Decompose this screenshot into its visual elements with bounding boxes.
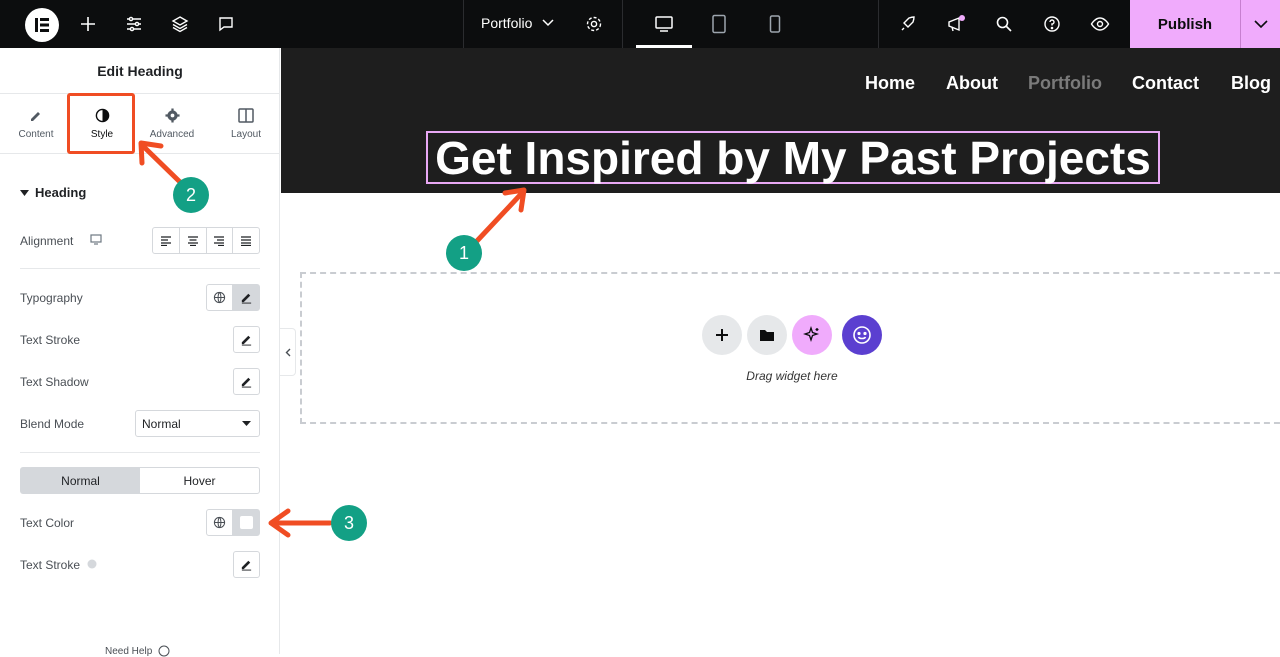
blend-mode-select[interactable]: Normal [135, 410, 260, 437]
nav-item-contact[interactable]: Contact [1132, 73, 1199, 94]
tab-content-label: Content [18, 128, 54, 140]
tab-layout-label: Layout [230, 129, 262, 140]
kit-smiley-face-icon[interactable] [842, 315, 882, 355]
blend-mode-label: Blend Mode [20, 417, 85, 431]
tab-layout[interactable]: Layout [211, 94, 281, 154]
pencil-icon [31, 111, 40, 121]
panel-title: Edit Heading [0, 48, 280, 94]
text-color-label: Text Color [20, 516, 75, 530]
chevron-left-icon [285, 348, 290, 356]
publish-options-chevron-icon[interactable] [1240, 0, 1280, 48]
nav-item-portfolio[interactable]: Portfolio [1028, 73, 1102, 94]
global-color-globe-icon[interactable] [206, 509, 233, 536]
help-icon [158, 645, 170, 657]
style-tab-highlight-box [67, 93, 135, 154]
align-justify-icon[interactable] [233, 228, 259, 253]
state-toggle: Normal Hover [20, 467, 260, 494]
text-stroke-label-2: Text Stroke [20, 558, 81, 572]
panel-tabs: Content Style Advanced Layout [0, 94, 280, 154]
state-normal-tab[interactable]: Normal [21, 468, 140, 493]
tab-advanced[interactable]: Advanced [137, 94, 207, 154]
add-section-plus-icon[interactable] [702, 315, 742, 355]
desktop-view-icon[interactable] [652, 12, 676, 36]
page-heading[interactable]: Get Inspired by My Past Projects [426, 131, 1160, 184]
search-icon[interactable] [992, 12, 1016, 36]
annotation-marker-1: 1 [446, 235, 482, 271]
help-icon[interactable] [1040, 12, 1064, 36]
heading-section-toggle[interactable]: Heading [20, 185, 86, 200]
chevron-down-icon [542, 19, 554, 27]
align-left-icon[interactable] [153, 228, 180, 253]
layout-columns-icon [238, 108, 254, 123]
layers-icon[interactable] [168, 12, 192, 36]
rocket-icon[interactable] [896, 12, 920, 36]
template-library-folder-icon[interactable] [747, 315, 787, 355]
blend-mode-value: Normal [142, 416, 181, 431]
text-shadow-label: Text Shadow [20, 375, 89, 389]
need-help-label: Need Help [105, 645, 153, 657]
ai-sparkle-icon[interactable] [792, 315, 832, 355]
need-help-link[interactable]: Need Help [105, 645, 170, 657]
divider [20, 268, 260, 269]
alignment-control [152, 227, 260, 254]
text-stroke-pencil-icon[interactable] [233, 326, 260, 353]
text-color-swatch[interactable] [233, 509, 260, 536]
gear-icon [164, 108, 180, 123]
typography-edit-pencil-icon[interactable] [233, 284, 260, 311]
annotation-marker-2: 2 [173, 177, 209, 213]
align-center-icon[interactable] [180, 228, 207, 253]
mobile-view-icon[interactable] [763, 12, 787, 36]
publish-button[interactable]: Publish [1130, 0, 1240, 48]
tab-advanced-label: Advanced [149, 129, 195, 140]
tab-content[interactable]: Content [1, 94, 71, 154]
drag-widget-hint: Drag widget here [746, 369, 838, 383]
nav-item-about[interactable]: About [946, 73, 998, 94]
page-settings-gear-icon[interactable] [582, 12, 606, 36]
text-stroke-2-pencil-icon[interactable] [233, 551, 260, 578]
site-settings-icon[interactable] [122, 12, 146, 36]
caret-down-icon [20, 189, 29, 196]
comments-icon[interactable] [214, 12, 238, 36]
tablet-view-icon[interactable] [707, 12, 731, 36]
nav-item-home[interactable]: Home [865, 73, 915, 94]
top-bar: Portfolio Publish [0, 0, 1280, 48]
panel-collapse-handle[interactable] [280, 328, 296, 376]
nav-item-blog[interactable]: Blog [1231, 73, 1271, 94]
global-typography-globe-icon[interactable] [206, 284, 233, 311]
caret-down-icon [242, 421, 251, 426]
align-right-icon[interactable] [207, 228, 234, 253]
widget-drop-zone[interactable] [300, 272, 1280, 424]
preview-eye-icon[interactable] [1088, 12, 1112, 36]
page-name: Portfolio [481, 15, 533, 31]
pro-info-icon [87, 559, 97, 569]
page-selector[interactable]: Portfolio [481, 15, 554, 31]
alignment-label: Alignment [20, 234, 74, 248]
typography-label: Typography [20, 291, 83, 305]
responsive-desktop-icon[interactable] [90, 234, 102, 245]
divider [20, 452, 260, 453]
add-element-icon[interactable] [76, 12, 100, 36]
text-stroke-label: Text Stroke [20, 333, 81, 347]
text-shadow-pencil-icon[interactable] [233, 368, 260, 395]
state-hover-tab[interactable]: Hover [140, 468, 259, 493]
elementor-logo-icon[interactable] [25, 8, 59, 42]
section-title: Heading [35, 185, 87, 200]
notifications-megaphone-icon[interactable] [944, 12, 968, 36]
annotation-marker-3: 3 [331, 505, 367, 541]
